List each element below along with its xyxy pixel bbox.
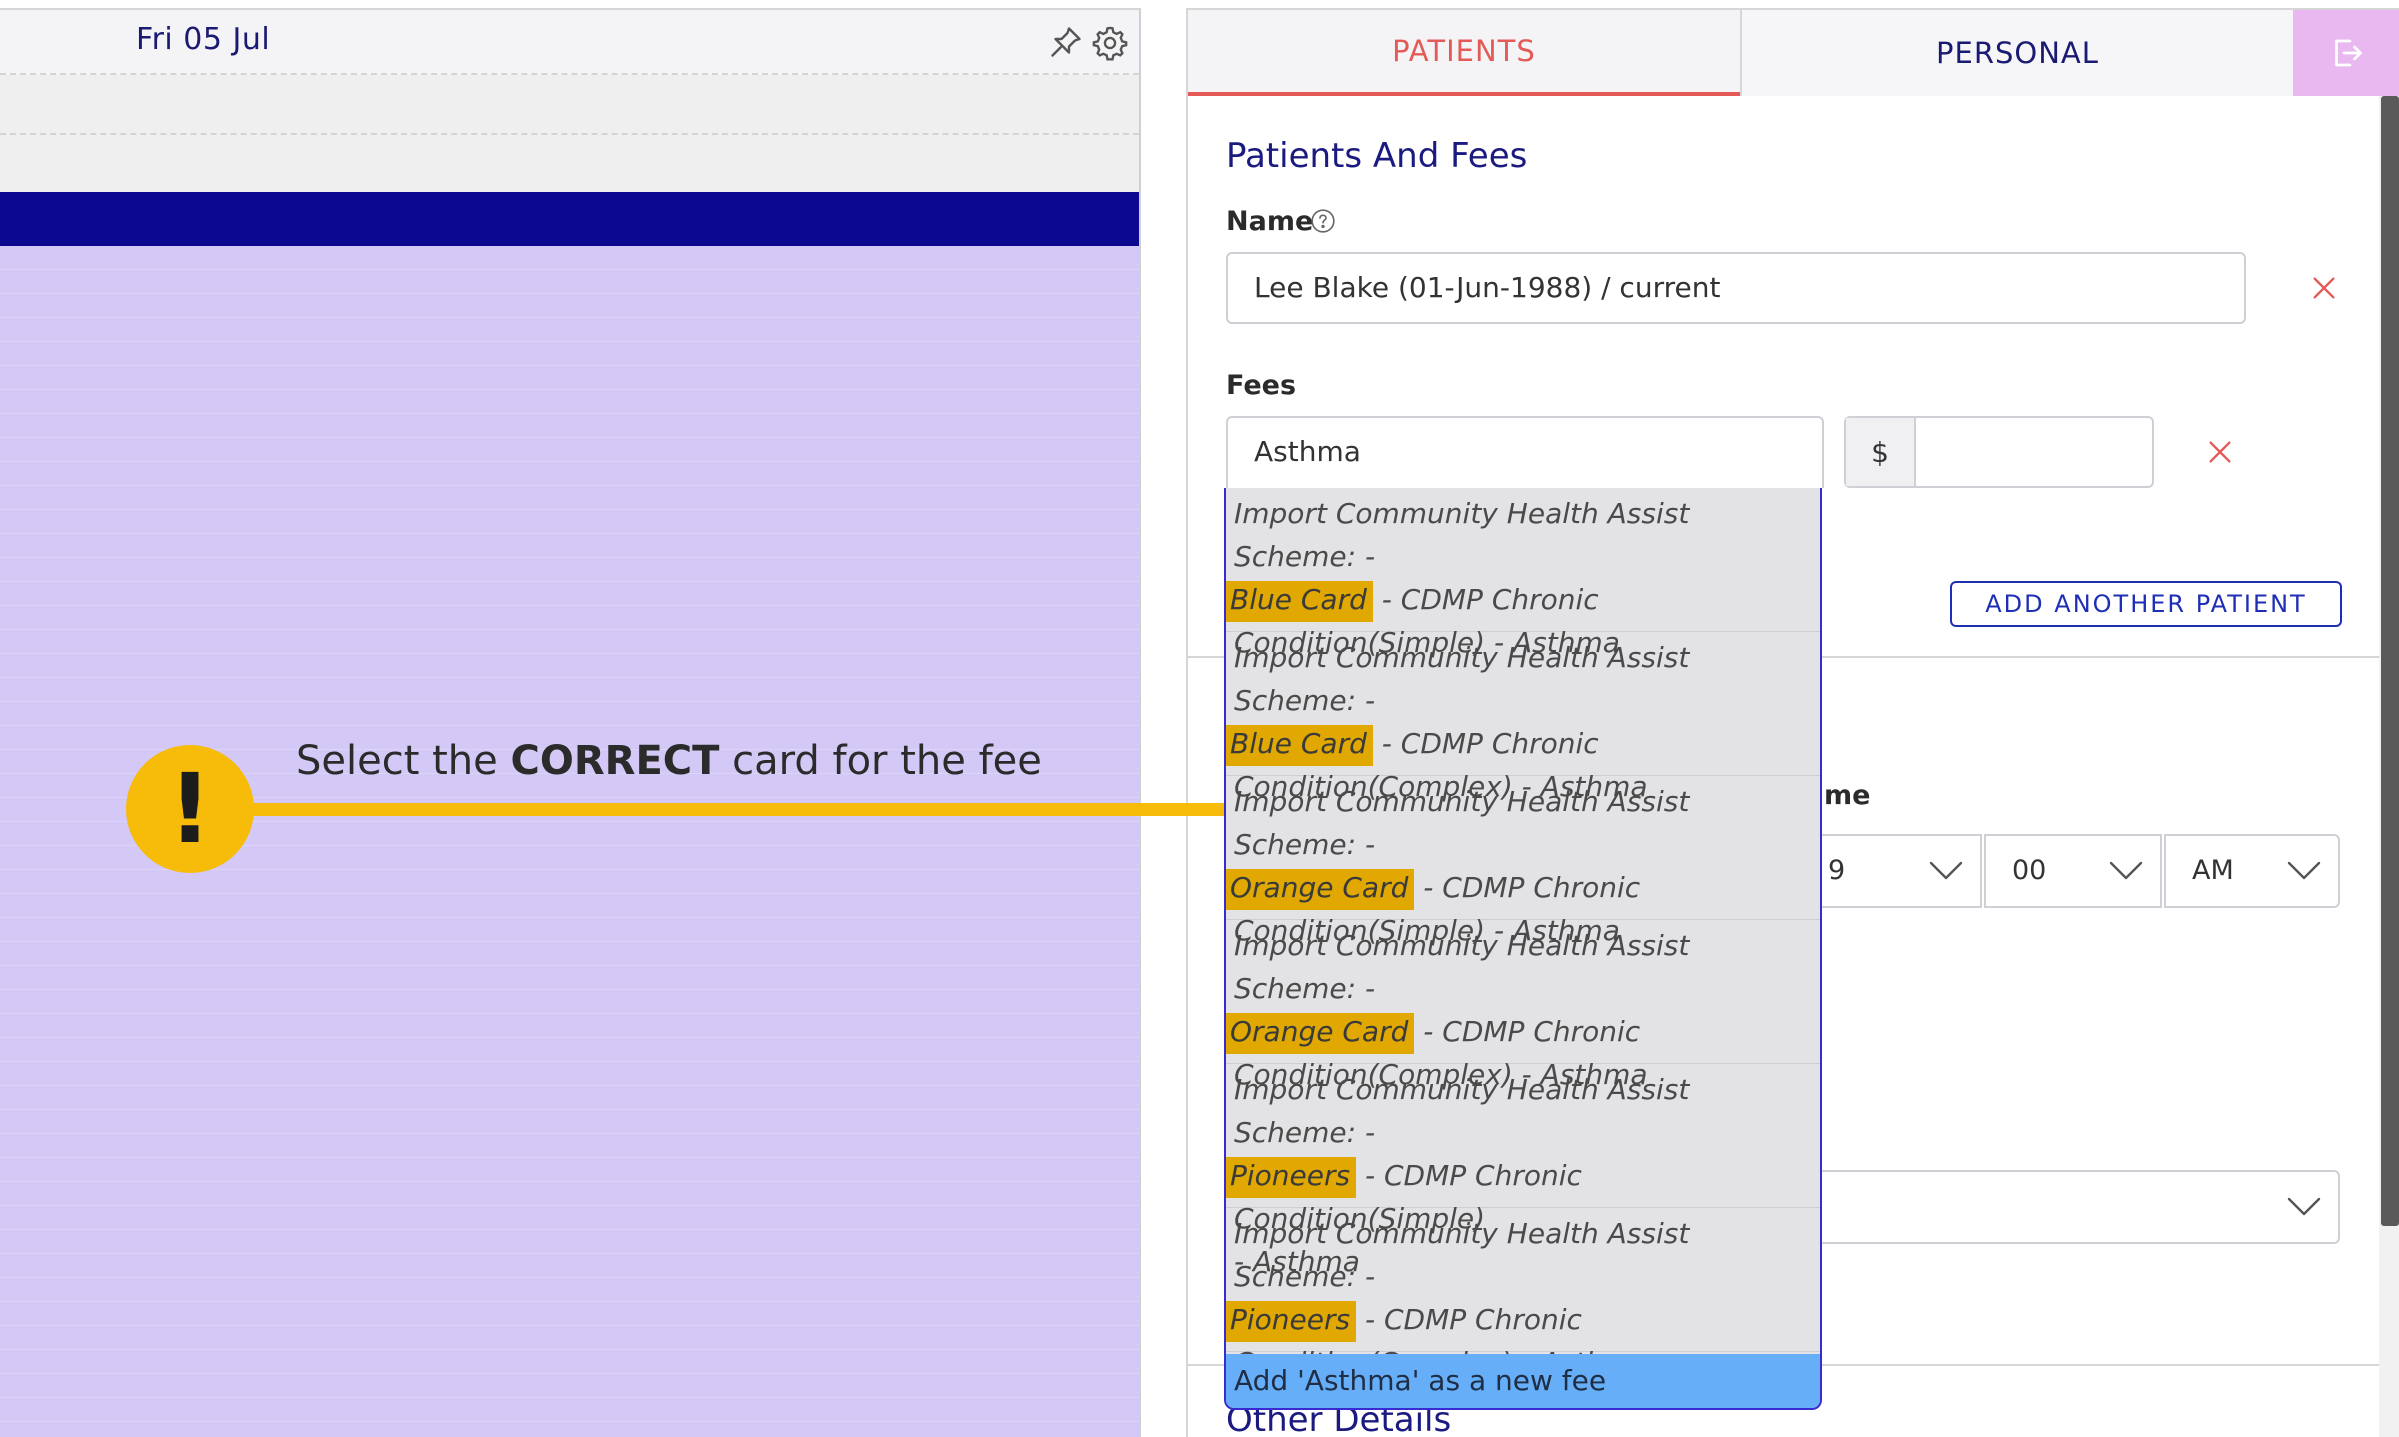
fee-option-suffix: - CDMP Chronic [1365, 1303, 1582, 1336]
fee-option-card: Pioneers [1226, 1301, 1357, 1342]
fee-option-prefix: Import Community Health Assist Scheme: - [1234, 929, 1690, 1005]
fee-amount-input[interactable] [1916, 418, 2152, 486]
am-pm-value: AM [2192, 855, 2234, 886]
time-label: me [1824, 780, 1871, 811]
add-new-fee-option[interactable]: Add 'Asthma' as a new fee [1226, 1354, 1820, 1408]
chevron-down-icon [1929, 861, 1963, 880]
callout-text-after: card for the fee [719, 738, 1042, 784]
form-tab-bar: PATIENTS PERSONAL [1188, 8, 2399, 96]
fee-option[interactable]: Import Community Health Assist Scheme: -… [1226, 632, 1820, 803]
fee-option-card: Blue Card [1226, 725, 1373, 766]
fee-option-card: Pioneers [1226, 1157, 1357, 1198]
fee-option-suffix: - CDMP Chronic [1423, 871, 1641, 904]
calendar-pane: Fri 05 Jul [0, 8, 1141, 1437]
exclamation-icon: ! [126, 745, 254, 873]
fee-option-prefix: Import Community Health Assist Scheme: - [1234, 641, 1690, 717]
fee-option[interactable]: Import Community Health Assist Scheme: -… [1226, 488, 1820, 659]
chevron-down-icon [2109, 861, 2143, 880]
section-title: Patients And Fees [1226, 136, 1528, 176]
scrollbar-thumb[interactable] [2381, 96, 2399, 1226]
am-pm-select[interactable]: AM [2164, 834, 2340, 908]
gear-icon[interactable] [1091, 24, 1129, 62]
hour-value: 9 [1828, 855, 1846, 886]
fee-option-prefix: Import Community Health Assist Scheme: - [1234, 497, 1690, 573]
fee-option-card: Orange Card [1226, 1013, 1415, 1054]
hour-select[interactable]: 9 [1808, 834, 1982, 908]
fee-option-card: Blue Card [1226, 581, 1373, 622]
all-day-row[interactable] [0, 135, 1139, 195]
fee-suggestions-dropdown: Import Community Health Assist Scheme: -… [1224, 488, 1822, 1410]
all-day-row[interactable] [0, 75, 1139, 135]
patient-name-input[interactable]: Lee Blake (01-Jun-1988) / current [1226, 252, 2246, 324]
fee-option[interactable]: Import Community Health Assist Scheme: -… [1226, 776, 1820, 947]
fee-option-suffix: - CDMP Chronic [1381, 727, 1599, 760]
fee-option-suffix: - CDMP Chronic [1381, 583, 1599, 616]
fee-search-input[interactable]: Asthma [1226, 416, 1824, 488]
calendar-date-label[interactable]: Fri 05 Jul [136, 22, 270, 57]
clear-patient-icon[interactable] [2308, 272, 2340, 304]
calendar-column-header-bar [0, 192, 1139, 246]
fee-option-prefix: Import Community Health Assist Scheme: - [1234, 1073, 1690, 1149]
fee-option[interactable]: Import Community Health Assist Scheme: -… [1226, 1064, 1820, 1278]
callout-connector-line [210, 803, 1224, 816]
fee-amount-group: $ [1844, 416, 2154, 488]
fee-option-card: Orange Card [1226, 869, 1415, 910]
chevron-down-icon [2287, 861, 2321, 880]
tab-personal[interactable]: PERSONAL [1740, 10, 2293, 96]
fee-option-prefix: Import Community Health Assist Scheme: - [1234, 785, 1690, 861]
fee-option[interactable]: Import Community Health Assist Scheme: -… [1226, 920, 1820, 1091]
fee-option-suffix: - CDMP Chronic [1423, 1015, 1641, 1048]
calendar-header: Fri 05 Jul [0, 10, 1139, 75]
dropdown-select[interactable] [1808, 1170, 2340, 1244]
exit-icon [2335, 39, 2362, 67]
chevron-down-icon [2287, 1197, 2321, 1216]
minute-select[interactable]: 00 [1984, 834, 2162, 908]
name-label: Name [1226, 206, 1314, 237]
fees-label: Fees [1226, 370, 1297, 401]
fee-option-prefix: Import Community Health Assist Scheme: - [1234, 1217, 1690, 1293]
exit-button[interactable] [2293, 10, 2399, 96]
add-another-patient-button[interactable]: ADD ANOTHER PATIENT [1950, 581, 2342, 627]
pin-icon[interactable] [1048, 24, 1084, 60]
callout-text-before: Select the [296, 738, 511, 784]
callout-text-bold: CORRECT [510, 738, 720, 784]
help-icon[interactable] [1310, 208, 1336, 234]
clear-fee-icon[interactable] [2204, 436, 2236, 468]
minute-value: 00 [2012, 855, 2047, 886]
tab-patients[interactable]: PATIENTS [1188, 10, 1740, 96]
callout-text: Select the CORRECT card for the fee [296, 738, 1042, 784]
fee-option[interactable]: Import Community Health Assist Scheme: -… [1226, 1208, 1820, 1379]
currency-symbol: $ [1846, 418, 1916, 486]
